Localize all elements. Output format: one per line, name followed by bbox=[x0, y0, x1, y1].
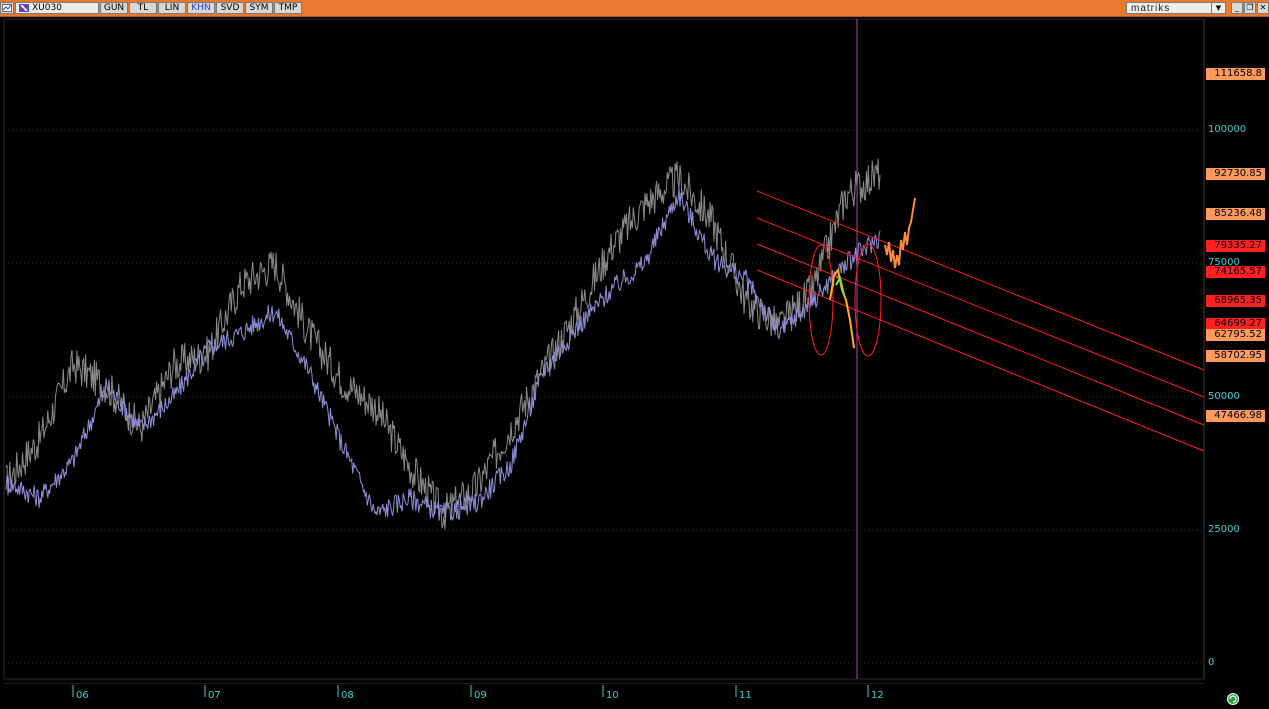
price-label: 79335.27 bbox=[1206, 240, 1265, 252]
x-tick-09: 09 bbox=[474, 690, 487, 701]
price-label: 111658.8 bbox=[1206, 68, 1265, 80]
highlight-green-segment bbox=[835, 275, 845, 296]
period-gun-button[interactable]: GUN bbox=[100, 2, 128, 14]
pattern-ellipse-right bbox=[854, 243, 882, 357]
toolbar-right: matriks ▼ _ ❐ ✕ bbox=[1126, 1, 1269, 15]
x-tick-07: 07 bbox=[208, 690, 221, 701]
comparison-series-line bbox=[5, 187, 881, 522]
price-label: 85236.48 bbox=[1206, 208, 1265, 220]
x-tick-12: 12 bbox=[871, 690, 884, 701]
chart-khn-button[interactable]: KHN bbox=[187, 2, 215, 14]
chart-menu-icon[interactable] bbox=[0, 2, 14, 14]
tmp-button[interactable]: TMP bbox=[274, 2, 302, 14]
brand-dropdown-icon[interactable]: ▼ bbox=[1212, 2, 1226, 14]
x-tick-10: 10 bbox=[606, 690, 619, 701]
y-tick-100000: 100000 bbox=[1208, 124, 1247, 135]
x-tick-11: 11 bbox=[739, 690, 752, 701]
y-tick-50000: 50000 bbox=[1208, 391, 1240, 402]
grid-lines bbox=[4, 129, 1204, 664]
price-label: 92730.85 bbox=[1206, 168, 1265, 180]
brand-label: matriks bbox=[1126, 2, 1212, 14]
y-tick-0: 0 bbox=[1208, 657, 1215, 668]
refresh-icon[interactable] bbox=[1226, 690, 1240, 705]
price-label: 74165.57 bbox=[1206, 266, 1265, 278]
index-series-line bbox=[5, 158, 881, 530]
price-label: 47466.98 bbox=[1206, 410, 1265, 422]
price-label: 62795.52 bbox=[1206, 329, 1265, 341]
svd-button[interactable]: SVD bbox=[216, 2, 244, 14]
sym-button[interactable]: SYM bbox=[245, 2, 273, 14]
symbol-text: XU030 bbox=[32, 3, 62, 13]
projection-segment bbox=[884, 197, 916, 269]
x-tick-06: 06 bbox=[76, 690, 89, 701]
y-tick-25000: 25000 bbox=[1208, 524, 1240, 535]
regression-channel bbox=[756, 190, 1205, 452]
scale-lin-button[interactable]: LIN bbox=[158, 2, 186, 14]
price-label: 58702.95 bbox=[1206, 350, 1265, 362]
close-icon[interactable]: ✕ bbox=[1257, 2, 1269, 14]
toolbar-left: XU030 GUN TL LIN KHN SVD SYM TMP bbox=[0, 1, 303, 15]
symbol-selector[interactable]: XU030 bbox=[15, 2, 99, 14]
chart-toolbar: XU030 GUN TL LIN KHN SVD SYM TMP matriks… bbox=[0, 0, 1269, 17]
price-chart[interactable] bbox=[0, 17, 1269, 682]
x-axis bbox=[0, 683, 1269, 703]
minimize-icon[interactable]: _ bbox=[1231, 2, 1243, 14]
x-tick-08: 08 bbox=[341, 690, 354, 701]
symbol-flag-icon bbox=[19, 4, 29, 12]
price-label: 68965.35 bbox=[1206, 295, 1265, 307]
currency-tl-button[interactable]: TL bbox=[129, 2, 157, 14]
restore-icon[interactable]: ❐ bbox=[1244, 2, 1256, 14]
